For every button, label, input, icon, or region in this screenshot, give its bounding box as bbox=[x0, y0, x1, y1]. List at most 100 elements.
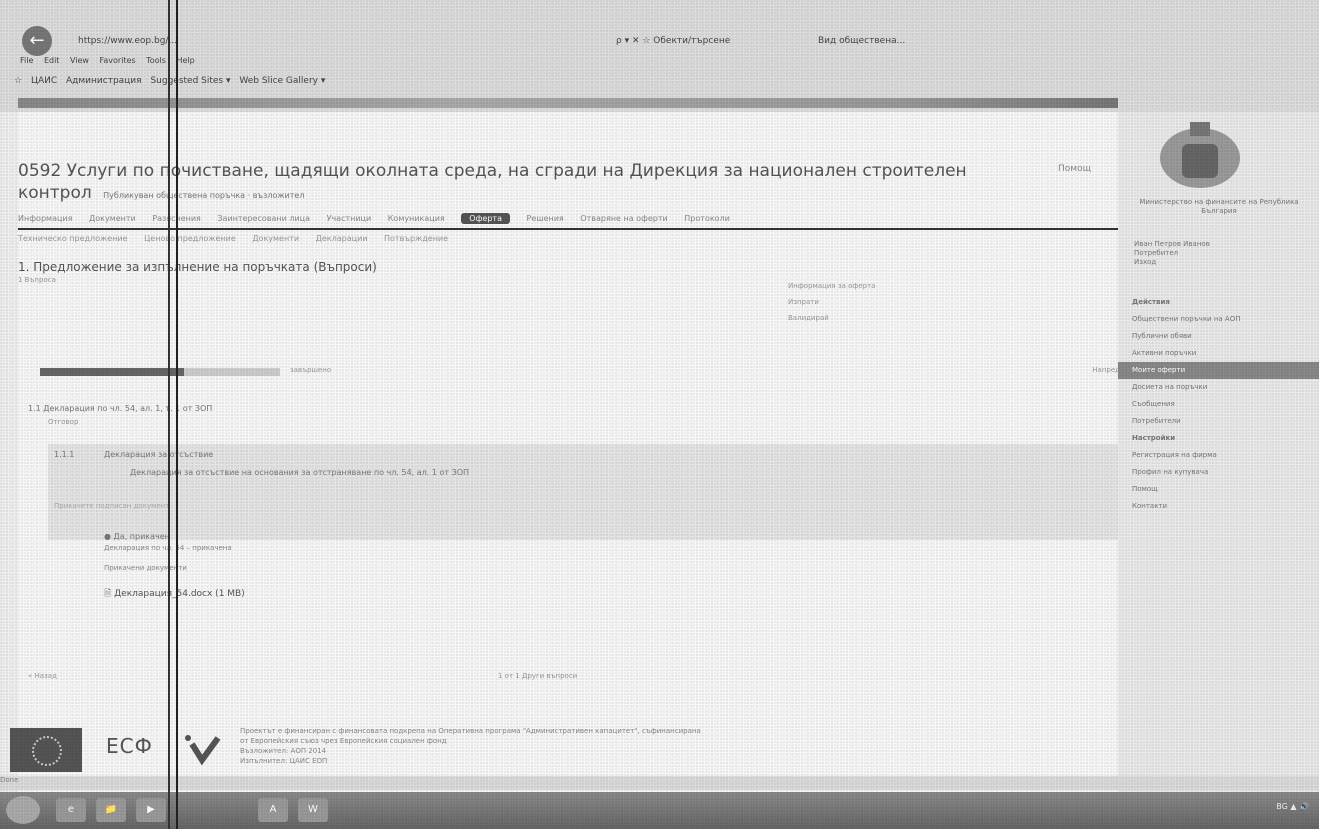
esf-logo: ЕСФ bbox=[106, 734, 153, 758]
tab-opening[interactable]: Отваряне на оферти bbox=[580, 214, 667, 223]
subtab-confirm[interactable]: Потвърждение bbox=[384, 234, 448, 243]
scan-artifact-line bbox=[176, 0, 178, 829]
app-taskbar-icon[interactable]: A bbox=[258, 798, 288, 822]
sidebar-item: Действия bbox=[1132, 298, 1170, 306]
sidebar-item[interactable]: Съобщения bbox=[1118, 396, 1319, 413]
offer-actions-box: Информация за оферта Изпрати Валидирай bbox=[788, 282, 908, 346]
menu-tools[interactable]: Tools bbox=[146, 56, 166, 65]
tab-interested[interactable]: Заинтересовани лица bbox=[217, 214, 310, 223]
footer-line: Изпълнител: ЦАИС ЕОП bbox=[240, 757, 328, 765]
logout-link[interactable]: Изход bbox=[1134, 258, 1210, 267]
radio-dot-icon: ● bbox=[104, 532, 111, 541]
menu-help[interactable]: Help bbox=[176, 56, 194, 65]
sub-tabs: Техническо предложение Ценово предложени… bbox=[18, 234, 462, 243]
status-text: Done bbox=[0, 776, 19, 784]
star-icon: ☆ bbox=[14, 76, 23, 86]
sidebar: Министерство на финансите на Република Б… bbox=[1118, 112, 1319, 792]
subtab-technical[interactable]: Техническо предложение bbox=[18, 234, 128, 243]
send-link[interactable]: Изпрати bbox=[788, 298, 908, 306]
page-tab-strip bbox=[18, 98, 1118, 108]
menu-edit[interactable]: Edit bbox=[44, 56, 60, 65]
op-logo bbox=[185, 735, 221, 766]
question-block: 1.1.1 Декларация за отсъствие Декларация… bbox=[48, 444, 1120, 540]
start-button[interactable] bbox=[6, 796, 40, 824]
section-subheading: 1 Въпроса bbox=[18, 276, 56, 284]
sidebar-item[interactable]: Обществени поръчки на АОП bbox=[1118, 311, 1319, 328]
sidebar-item[interactable]: Профил на купувача bbox=[1118, 464, 1319, 481]
page-title-meta: Публикуван обществена поръчка · възложит… bbox=[103, 191, 305, 200]
sidebar-item[interactable]: Публични обяви bbox=[1118, 328, 1319, 345]
sidebar-item[interactable]: Моите оферти bbox=[1118, 362, 1319, 379]
subtab-documents[interactable]: Документи bbox=[252, 234, 299, 243]
sidebar-item[interactable]: Досиета на поръчки bbox=[1118, 379, 1319, 396]
question-number: 1.1.1 bbox=[54, 450, 75, 459]
favorite-link[interactable]: ЦАИС bbox=[31, 76, 57, 86]
scan-artifact-line bbox=[168, 0, 170, 829]
user-info: Иван Петров Иванов Потребител Изход bbox=[1134, 240, 1210, 267]
footer-text: Проектът е финансиран с финансовата подк… bbox=[240, 726, 860, 766]
media-taskbar-icon[interactable]: ▶ bbox=[136, 798, 166, 822]
menu-view[interactable]: View bbox=[70, 56, 89, 65]
question-group-title[interactable]: 1.1 Декларация по чл. 54, ал. 1, т. 1 от… bbox=[28, 404, 212, 413]
sidebar-item[interactable]: Потребители bbox=[1118, 413, 1319, 430]
progress-fill bbox=[40, 368, 184, 376]
tab-participants[interactable]: Участници bbox=[327, 214, 372, 223]
question-group-sub: Отговор bbox=[48, 418, 79, 426]
back-arrow-icon[interactable]: ← bbox=[22, 26, 52, 56]
user-name: Иван Петров Иванов bbox=[1134, 240, 1210, 248]
footer-line: от Европейския съюз чрез Европейския соц… bbox=[240, 737, 447, 745]
tab-decisions[interactable]: Решения bbox=[527, 214, 564, 223]
folder-taskbar-icon[interactable]: 📁 bbox=[96, 798, 126, 822]
validate-link[interactable]: Валидирай bbox=[788, 314, 908, 322]
url-field[interactable]: https://www.eop.bg/... bbox=[78, 36, 177, 46]
question-hint: Прикачете подписан документ bbox=[54, 502, 170, 510]
footer-line: Проектът е финансиран с финансовата подк… bbox=[240, 727, 701, 735]
favorites-bar: ☆ ЦАИС Администрация Suggested Sites ▾ W… bbox=[14, 76, 331, 86]
coat-of-arms-icon bbox=[1160, 122, 1240, 188]
address-controls[interactable]: ρ ▾ ✕ ☆ Обекти/търсене bbox=[616, 36, 730, 46]
main-content: 0592 Услуги по почистване, щадящи околна… bbox=[10, 112, 1120, 792]
section-heading: 1. Предложение за изпълнение на поръчкат… bbox=[18, 260, 377, 274]
main-tabs: Информация Документи Разяснения Заинтере… bbox=[18, 213, 968, 224]
sidebar-item[interactable]: Помощ bbox=[1118, 481, 1319, 498]
subtab-price[interactable]: Ценово предложение bbox=[144, 234, 236, 243]
attached-doc-link[interactable]: 🗎 Декларация_54.docx (1 MB) bbox=[104, 586, 245, 602]
document-icon: 🗎 bbox=[104, 589, 112, 599]
progress-label: завършено bbox=[290, 366, 332, 374]
browser-chrome: ← https://www.eop.bg/... ρ ▾ ✕ ☆ Обекти/… bbox=[0, 0, 1319, 112]
question-description: Декларация за отсъствие на основания за … bbox=[130, 468, 470, 477]
answer-label: Да, прикачен bbox=[113, 532, 170, 541]
menu-file[interactable]: File bbox=[20, 56, 33, 65]
tab-protocols[interactable]: Протоколи bbox=[684, 214, 730, 223]
status-bar: Done bbox=[0, 776, 1319, 790]
tab-documents[interactable]: Документи bbox=[89, 214, 136, 223]
tab-information[interactable]: Информация bbox=[18, 214, 72, 223]
doc-link-label: Декларация_54.docx (1 MB) bbox=[114, 589, 245, 599]
ministry-name: Министерство на финансите на Република Б… bbox=[1139, 198, 1299, 215]
offer-info-link[interactable]: Информация за оферта bbox=[788, 282, 908, 290]
browser-taskbar-icon[interactable]: e bbox=[56, 798, 86, 822]
next-link[interactable]: Напред bbox=[1092, 366, 1120, 374]
sidebar-item[interactable]: Контакти bbox=[1118, 498, 1319, 515]
back-link[interactable]: « Назад bbox=[28, 672, 57, 680]
sidebar-item: Настройки bbox=[1132, 434, 1176, 442]
answer-radio[interactable]: ● Да, прикачен bbox=[104, 532, 170, 541]
eu-flag-logo bbox=[10, 728, 82, 772]
favorite-link[interactable]: Suggested Sites ▾ bbox=[150, 76, 230, 86]
sidebar-menu: Действия Обществени поръчки на АОП Публичн… bbox=[1118, 294, 1319, 515]
taskbar: e 📁 ▶ A W BG ▲ 🔊 bbox=[0, 792, 1319, 829]
browser-tab[interactable]: Вид обществена... bbox=[818, 36, 905, 46]
pager-text: 1 от 1 Други въпроси bbox=[498, 672, 578, 680]
word-taskbar-icon[interactable]: W bbox=[298, 798, 328, 822]
address-bar[interactable]: ← https://www.eop.bg/... ρ ▾ ✕ ☆ Обекти/… bbox=[0, 26, 1319, 56]
help-link[interactable]: Помощ bbox=[1058, 164, 1091, 174]
tab-offer[interactable]: Оферта bbox=[461, 213, 510, 224]
sidebar-item[interactable]: Регистрация на фирма bbox=[1118, 447, 1319, 464]
subtab-declarations[interactable]: Декларации bbox=[316, 234, 368, 243]
favorite-link[interactable]: Администрация bbox=[66, 76, 142, 86]
favorite-link[interactable]: Web Slice Gallery ▾ bbox=[239, 76, 325, 86]
system-tray[interactable]: BG ▲ 🔊 bbox=[1276, 802, 1309, 811]
menu-favorites[interactable]: Favorites bbox=[100, 56, 136, 65]
sidebar-item[interactable]: Активни поръчки bbox=[1118, 345, 1319, 362]
tab-communication[interactable]: Комуникация bbox=[388, 214, 445, 223]
